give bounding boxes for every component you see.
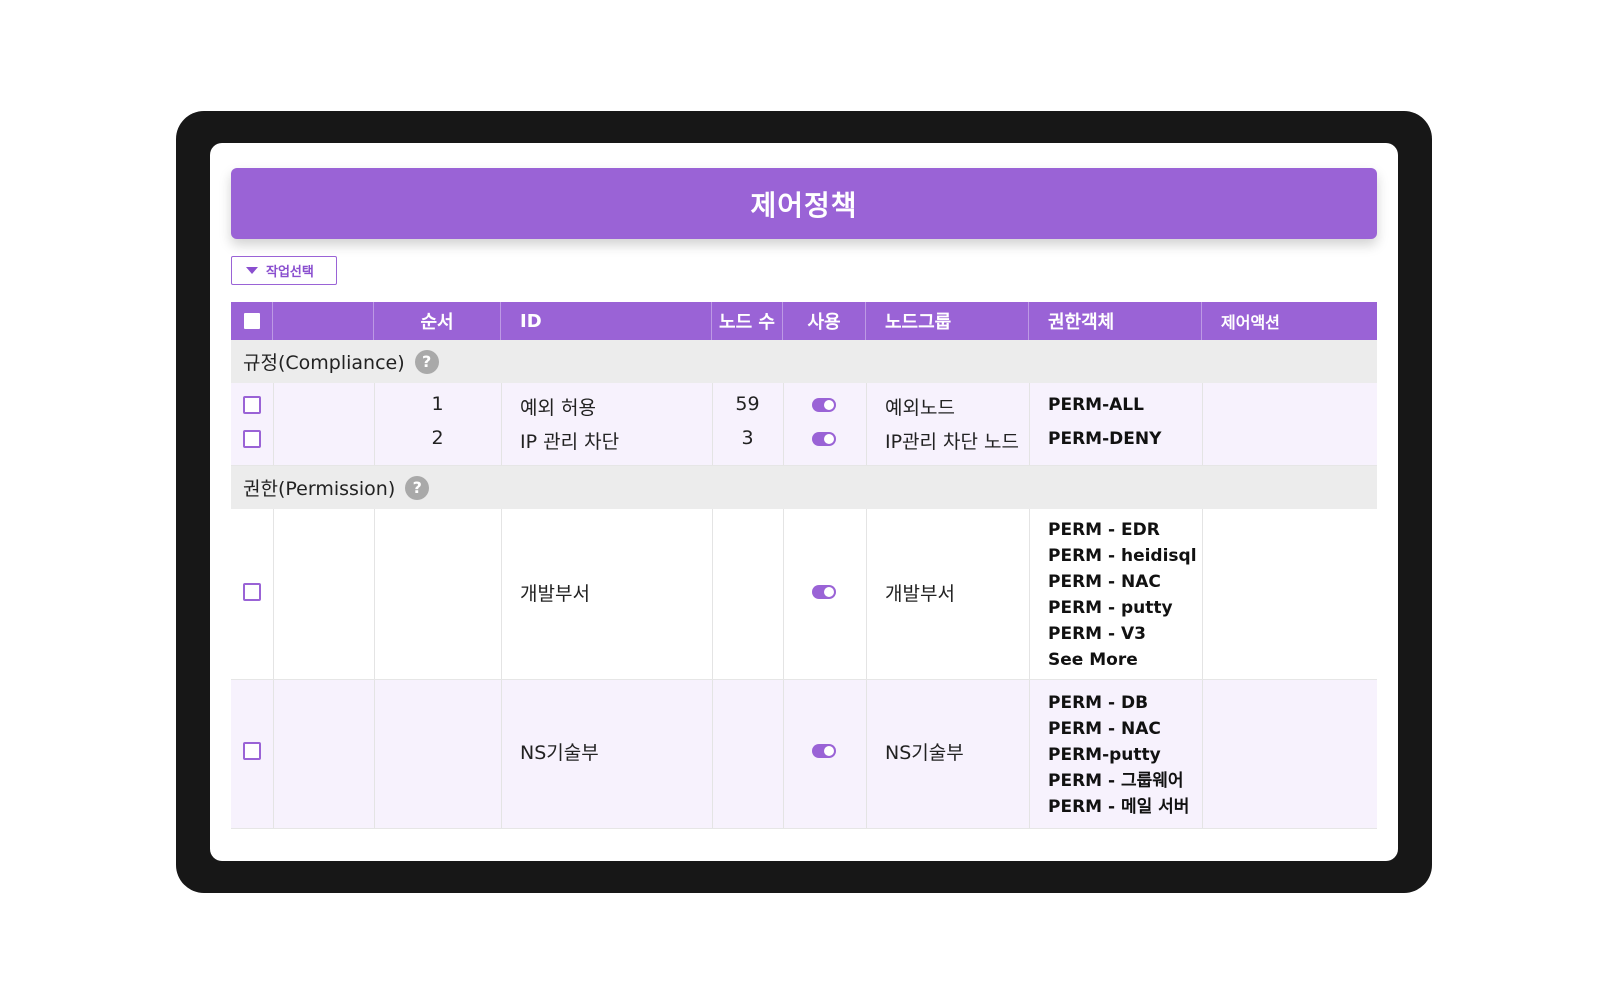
row-node-group: 개발부서 — [885, 583, 955, 605]
header-order[interactable]: 순서 — [374, 302, 501, 340]
header-node-count[interactable]: 노드 수 — [712, 302, 783, 340]
row-order: 2 — [431, 427, 444, 449]
header-node-group[interactable]: 노드그룹 — [866, 302, 1029, 340]
perm-item[interactable]: PERM - V3 — [1048, 621, 1146, 647]
perm-item[interactable]: PERM - 그룹웨어 — [1048, 768, 1184, 794]
row-node-group: 예외노드 — [885, 397, 955, 419]
row-node-group: NS기술부 — [885, 742, 964, 764]
row-checkbox[interactable] — [243, 742, 261, 760]
section-label: 규정(Compliance) — [243, 352, 405, 374]
row-node-group: IP관리 차단 노드 — [885, 431, 1020, 453]
table-row: 개발부서 개발부서 PERM - EDR PERM - heidisql PER… — [231, 509, 1377, 680]
header-control-action[interactable]: 제어액션 — [1202, 302, 1377, 340]
section-label: 권한(Permission) — [243, 478, 396, 500]
action-select-dropdown[interactable]: 작업선택 — [231, 256, 337, 285]
perm-item[interactable]: PERM - EDR — [1048, 517, 1160, 543]
perm-item[interactable]: PERM - putty — [1048, 595, 1173, 621]
select-all-checkbox[interactable] — [243, 313, 260, 329]
row-id: NS기술부 — [520, 742, 599, 764]
row-node-count: 3 — [741, 427, 754, 449]
row-node-count: 59 — [735, 393, 760, 415]
help-icon[interactable]: ? — [414, 349, 439, 374]
perm-item[interactable]: PERM-putty — [1048, 742, 1161, 768]
row-checkbox[interactable] — [243, 430, 261, 448]
perm-item[interactable]: PERM-DENY — [1048, 426, 1161, 452]
header-select-all[interactable] — [231, 302, 273, 340]
help-icon[interactable]: ? — [405, 475, 430, 500]
row-id: IP 관리 차단 — [520, 431, 620, 453]
page-title: 제어정책 — [231, 168, 1377, 239]
table-row: NS기술부 NS기술부 PERM - DB PERM - NAC PERM-pu… — [231, 680, 1377, 829]
header-id[interactable]: ID — [501, 302, 712, 340]
row-id: 개발부서 — [520, 583, 590, 605]
header-blank — [273, 302, 374, 340]
compliance-rows: 1 예외 허용 59 예외노드 PERM-ALL 2 IP 관리 차단 3 IP… — [231, 383, 1377, 466]
perm-item[interactable]: PERM - DB — [1048, 690, 1148, 716]
row-checkbox[interactable] — [243, 396, 261, 414]
enabled-toggle[interactable] — [812, 585, 836, 599]
policy-table: 순서 ID 노드 수 사용 노드그룹 권한객체 제어액션 규정(Complian… — [231, 302, 1377, 829]
header-permission-object[interactable]: 권한객체 — [1029, 302, 1202, 340]
enabled-toggle[interactable] — [812, 432, 836, 446]
device-frame: 제어정책 작업선택 순서 ID 노드 수 사용 노드그룹 권한객체 제어액션 규… — [176, 111, 1432, 893]
row-checkbox[interactable] — [243, 583, 261, 601]
section-permission[interactable]: 권한(Permission) ? — [231, 466, 1377, 509]
perm-item[interactable]: PERM - 메일 서버 — [1048, 794, 1189, 820]
section-compliance[interactable]: 규정(Compliance) ? — [231, 340, 1377, 383]
screen: 제어정책 작업선택 순서 ID 노드 수 사용 노드그룹 권한객체 제어액션 규… — [210, 143, 1398, 861]
caret-down-icon — [246, 267, 258, 274]
perm-item[interactable]: PERM - NAC — [1048, 716, 1161, 742]
table-header: 순서 ID 노드 수 사용 노드그룹 권한객체 제어액션 — [231, 302, 1377, 340]
row-id: 예외 허용 — [520, 397, 596, 419]
enabled-toggle[interactable] — [812, 398, 836, 412]
perm-item[interactable]: PERM - NAC — [1048, 569, 1161, 595]
enabled-toggle[interactable] — [812, 744, 836, 758]
perm-item[interactable]: PERM-ALL — [1048, 392, 1144, 418]
action-select-label: 작업선택 — [266, 265, 314, 280]
row-order: 1 — [431, 393, 444, 415]
perm-item[interactable]: PERM - heidisql — [1048, 543, 1197, 569]
see-more-link[interactable]: See More — [1048, 647, 1138, 673]
header-enabled[interactable]: 사용 — [783, 302, 866, 340]
